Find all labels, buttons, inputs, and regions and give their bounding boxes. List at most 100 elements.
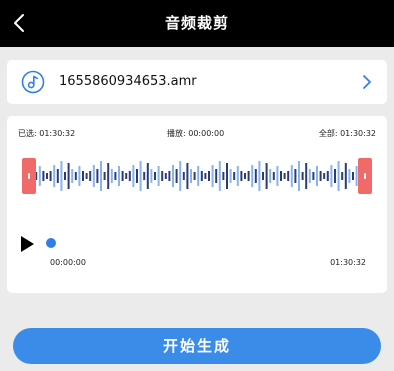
waveform-bar (100, 161, 102, 191)
waveform-bar (121, 171, 124, 181)
waveform-bar (46, 173, 48, 179)
waveform-bar (150, 169, 153, 183)
waveform-bar (172, 165, 174, 187)
waveform-bar (143, 172, 146, 180)
waveform-bar (301, 172, 304, 180)
waveform-bar (305, 163, 308, 189)
waveform-bar (96, 169, 99, 183)
waveform-bar (125, 173, 128, 179)
waveform-bar (258, 161, 261, 191)
waveform-bar (49, 171, 52, 181)
waveform-bar (136, 169, 138, 183)
waveform-bar (272, 172, 275, 180)
waveform-bar (240, 171, 243, 181)
waveform-bar (204, 173, 207, 179)
waveform-bar (222, 172, 225, 180)
waveform-bar (179, 161, 182, 191)
trim-start-handle[interactable] (22, 158, 36, 194)
handle-grip (28, 173, 30, 179)
waveform-bar (67, 163, 70, 189)
waveform-bar (132, 165, 135, 187)
waveform-bar (348, 169, 351, 183)
waveform-bar (244, 173, 246, 179)
waveform-bar (82, 171, 84, 181)
end-time: 01:30:32 (330, 258, 366, 267)
waveform-bar (265, 163, 268, 189)
waveform-bar (71, 169, 74, 183)
waveform-bar (208, 171, 210, 181)
waveform-bar (218, 161, 221, 191)
waveform-bar (294, 169, 297, 183)
waveform-bar (233, 172, 236, 180)
waveform-bar (197, 166, 200, 186)
waveform-bar (128, 171, 131, 181)
waveform-bar (107, 163, 110, 189)
waveform-bar (337, 161, 340, 191)
waveform-bar (276, 166, 279, 186)
generate-button[interactable]: 开始生成 (13, 328, 381, 364)
waveform-bar (168, 171, 171, 181)
waveform-bar (78, 166, 81, 186)
waveform-bar (146, 163, 149, 189)
waveform-bar (254, 169, 257, 183)
waveform-bar (157, 166, 160, 186)
file-selector[interactable]: 1655860934653.amr (7, 60, 387, 104)
waveform-bar (280, 171, 282, 181)
waveform-bar (139, 161, 142, 191)
selected-duration: 已选: 01:30:32 (18, 129, 76, 138)
waveform-bar (215, 169, 218, 183)
waveform-bar (92, 165, 95, 187)
waveform-bar (175, 169, 178, 183)
waveform-bar (269, 169, 272, 183)
waveform-bar (182, 172, 185, 180)
waveform-bar (229, 169, 232, 183)
file-name: 1655860934653.amr (59, 74, 197, 89)
start-time: 00:00:00 (50, 258, 86, 267)
waveform-bar (287, 171, 290, 181)
playback-position: 播放: 00:00:00 (167, 129, 225, 138)
waveform-bar (74, 172, 77, 180)
waveform-bar (60, 161, 63, 191)
waveform-bar (103, 172, 106, 180)
waveform-bar (319, 171, 322, 181)
waveform-bar (308, 169, 311, 183)
waveform-bar (341, 172, 344, 180)
waveform-bar (344, 163, 347, 189)
playback-slider-thumb[interactable] (46, 238, 56, 248)
waveform-bar (118, 166, 120, 186)
waveform-bar (190, 169, 192, 183)
chevron-right-icon (363, 75, 371, 89)
page-title: 音频裁剪 (164, 14, 229, 32)
waveform-bar (226, 163, 228, 189)
waveform-bar (326, 171, 329, 181)
waveform-bar (38, 166, 41, 186)
waveform-bar (251, 165, 254, 187)
waveform-bar (114, 172, 117, 180)
waveform-bar (236, 166, 239, 186)
trim-end-handle[interactable] (358, 158, 372, 194)
waveform-bar (312, 172, 315, 180)
waveform-bar (56, 169, 59, 183)
waveform-bar (193, 172, 196, 180)
audio-editor-panel: 已选: 01:30:32 播放: 00:00:00 全部: 01:30:32 0… (7, 116, 387, 293)
waveform-bar (352, 172, 354, 180)
total-duration: 全部: 01:30:32 (318, 129, 376, 138)
waveform-bar (323, 173, 326, 179)
audio-waveform[interactable] (22, 158, 373, 194)
waveform-bar (262, 172, 264, 180)
waveform-bar (290, 165, 293, 187)
waveform-bar (330, 165, 333, 187)
waveform-bar (164, 173, 167, 179)
waveform-bar (161, 171, 164, 181)
waveform-bar (89, 171, 92, 181)
handle-grip (364, 173, 366, 179)
play-icon[interactable] (19, 235, 35, 253)
waveform-bar (298, 161, 300, 191)
waveform-bar (42, 171, 45, 181)
waveform-bar (211, 165, 214, 187)
waveform-bar (200, 171, 203, 181)
waveform-bar (283, 173, 286, 179)
waveform-bar (334, 169, 336, 183)
waveform-bar (85, 173, 88, 179)
music-note-icon (21, 70, 45, 94)
